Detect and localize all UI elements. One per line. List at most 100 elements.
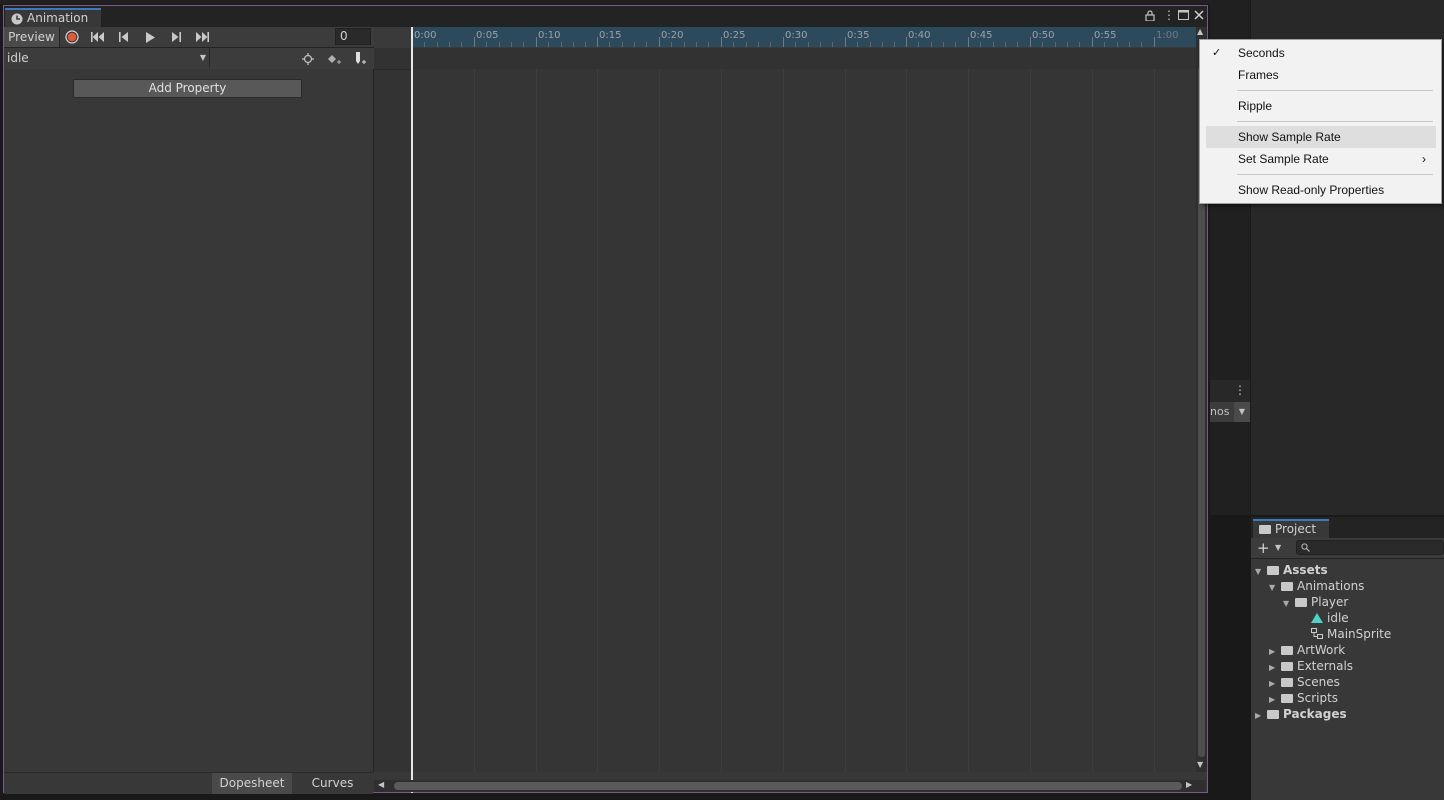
tree-item-mainsprite[interactable]: MainSprite — [1255, 626, 1444, 642]
tree-item-label: Scenes — [1297, 675, 1340, 689]
next-keyframe-button[interactable] — [163, 27, 189, 47]
chevron-down-icon[interactable]: ▼ — [1234, 402, 1250, 422]
gizmos-dropdown-label[interactable]: nos — [1210, 405, 1229, 418]
first-keyframe-button[interactable] — [85, 27, 111, 47]
record-button[interactable] — [59, 27, 85, 47]
expanded-arrow-icon[interactable]: ▼ — [1269, 580, 1281, 596]
menu-item-show-read-only-properties[interactable]: Show Read-only Properties — [1201, 179, 1440, 201]
current-frame-field[interactable]: 0 — [335, 28, 371, 45]
ruler-minor-tick — [1117, 42, 1118, 47]
ruler-minor-tick — [955, 42, 956, 47]
clip-selector-value: idle — [7, 51, 29, 65]
menu-item-show-sample-rate[interactable]: Show Sample Rate — [1206, 126, 1436, 148]
playhead[interactable] — [411, 27, 413, 793]
open-folder-icon — [1295, 598, 1307, 607]
step-back-icon — [119, 32, 128, 42]
collapsed-arrow-icon[interactable]: ▶ — [1255, 708, 1267, 724]
ruler-minor-tick — [882, 42, 883, 47]
tree-item-player[interactable]: ▼ Player — [1255, 594, 1444, 610]
add-property-button[interactable]: Add Property — [73, 79, 302, 98]
filter-by-selection-button[interactable] — [295, 48, 321, 69]
horizontal-scrollbar-thumb[interactable] — [394, 782, 1182, 790]
tree-item-scenes[interactable]: ▶ Scenes — [1255, 674, 1444, 690]
lock-icon[interactable] — [1145, 10, 1155, 21]
timeline-grid-line — [1154, 69, 1155, 772]
tab-curves[interactable]: Curves — [292, 773, 373, 794]
expanded-arrow-icon[interactable]: ▼ — [1283, 596, 1295, 612]
ruler-minor-tick — [993, 42, 994, 47]
ruler-minor-tick — [609, 42, 610, 47]
tree-item-idle[interactable]: idle — [1255, 610, 1444, 626]
ruler-minor-tick — [918, 42, 919, 47]
tree-item-artwork[interactable]: ▶ ArtWork — [1255, 642, 1444, 658]
ruler-major-tick — [783, 37, 784, 47]
close-icon[interactable] — [1194, 10, 1204, 20]
ruler-minor-tick — [770, 42, 771, 47]
scroll-right-icon[interactable]: ▶ — [1186, 780, 1192, 789]
tree-item-packages[interactable]: ▶ Packages — [1255, 706, 1444, 722]
ruler-major-tick — [1154, 37, 1155, 47]
tree-item-label: idle — [1327, 611, 1349, 625]
timeline-grid-line — [536, 69, 537, 772]
preview-button[interactable]: Preview — [4, 27, 60, 47]
ruler-major-tick — [968, 37, 969, 47]
ruler-major-tick — [721, 37, 722, 47]
ruler-tick-label: 0:25 — [723, 30, 746, 41]
ruler-minor-tick — [696, 42, 697, 47]
horizontal-scrollbar[interactable]: ◀ ▶ — [374, 780, 1206, 792]
ruler-tick-label: 0:50 — [1032, 30, 1055, 41]
ruler-major-tick — [474, 37, 475, 47]
ruler-major-tick — [659, 37, 660, 47]
ruler-minor-tick — [1067, 42, 1068, 47]
crosshair-icon — [302, 52, 314, 65]
play-button[interactable] — [137, 27, 163, 47]
tab-animation[interactable]: Animation — [5, 8, 101, 27]
menu-item-label: Show Read-only Properties — [1238, 183, 1385, 197]
kebab-menu-icon[interactable]: ⋮ — [1163, 8, 1175, 22]
tab-project[interactable]: Project — [1253, 519, 1329, 538]
menu-item-seconds[interactable]: ✓ Seconds — [1201, 42, 1440, 64]
tree-item-externals[interactable]: ▶ Externals — [1255, 658, 1444, 674]
project-tabbar: Project — [1251, 517, 1444, 538]
last-keyframe-button[interactable] — [189, 27, 215, 47]
add-keyframe-button[interactable] — [321, 48, 347, 69]
scroll-down-icon[interactable]: ▼ — [1197, 760, 1203, 769]
menu-item-frames[interactable]: Frames — [1201, 64, 1440, 86]
expanded-arrow-icon[interactable]: ▼ — [1255, 564, 1267, 580]
clip-selector-dropdown[interactable]: idle ▼ — [4, 48, 210, 68]
folder-icon — [1281, 646, 1293, 655]
playback-toolbar: Preview 0 — [4, 27, 374, 48]
scroll-left-icon[interactable]: ◀ — [378, 780, 384, 789]
ruler-minor-tick — [1017, 42, 1018, 47]
tree-item-animations[interactable]: ▼ Animations — [1255, 578, 1444, 594]
chevron-right-icon: › — [1422, 152, 1426, 166]
open-folder-icon — [1281, 582, 1293, 591]
tab-dopesheet[interactable]: Dopesheet — [212, 773, 292, 794]
ruler-major-tick — [906, 37, 907, 47]
ruler-tick-label: 0:35 — [847, 30, 870, 41]
tree-item-assets[interactable]: ▼ Assets — [1255, 562, 1444, 578]
play-icon — [146, 31, 155, 43]
menu-item-set-sample-rate[interactable]: Set Sample Rate › — [1201, 148, 1440, 170]
ruler-minor-tick — [585, 42, 586, 47]
menu-item-ripple[interactable]: Ripple — [1201, 95, 1440, 117]
kebab-menu-icon[interactable]: ⋮ — [1234, 383, 1246, 397]
add-keyframe-icon — [328, 54, 341, 64]
add-event-button[interactable] — [347, 48, 373, 69]
ruler-tick-label: 0:45 — [970, 30, 993, 41]
scroll-up-icon[interactable]: ▲ — [1197, 27, 1203, 36]
tree-item-scripts[interactable]: ▶ Scripts — [1255, 690, 1444, 706]
previous-keyframe-button[interactable] — [111, 27, 137, 47]
ruler-minor-tick — [708, 42, 709, 47]
maximize-icon[interactable] — [1178, 10, 1189, 20]
ruler-minor-tick — [758, 42, 759, 47]
tree-item-label: MainSprite — [1327, 627, 1392, 641]
project-search-input[interactable] — [1296, 540, 1444, 555]
folder-icon — [1281, 662, 1293, 671]
ruler-tick-label: 0:10 — [538, 30, 561, 41]
dopesheet-timeline[interactable]: 0:00 0:05 0:10 0:15 0:20 0:25 0:30 0:35 0:40 0:45… — [374, 27, 1196, 793]
plus-icon[interactable]: + — [1257, 539, 1270, 557]
chevron-down-icon[interactable]: ▼ — [1275, 543, 1281, 552]
menu-item-label: Frames — [1238, 68, 1279, 82]
tree-item-label: Packages — [1283, 707, 1347, 721]
